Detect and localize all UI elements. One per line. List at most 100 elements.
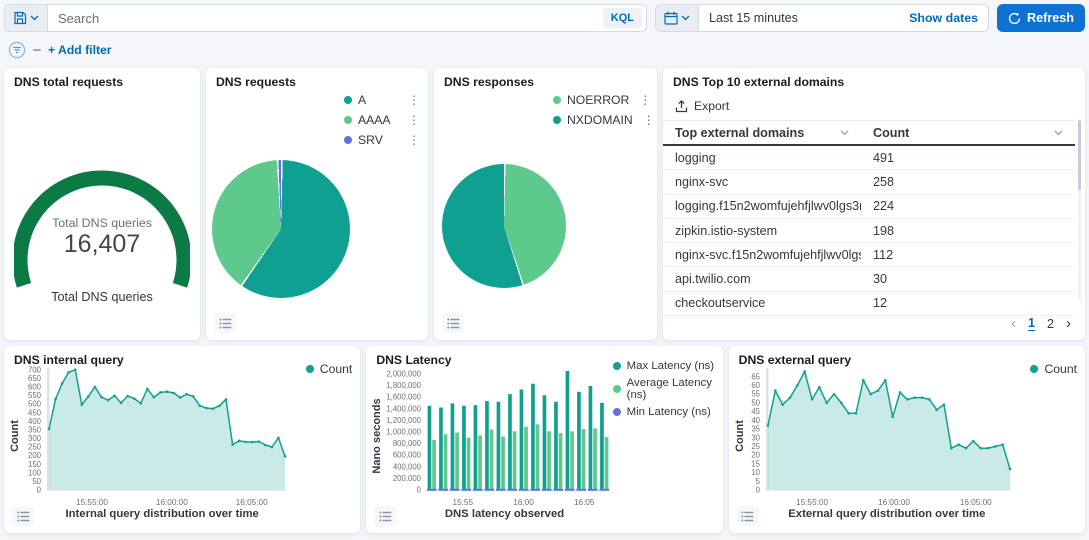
chevron-down-icon	[1054, 130, 1063, 136]
pie-chart-dns-requests	[212, 160, 350, 298]
svg-text:20: 20	[751, 451, 760, 460]
legend-item-max-latency[interactable]: Max Latency (ns)	[613, 360, 721, 372]
column-header-count[interactable]: Count	[861, 121, 1075, 144]
legend-item-menu-icon[interactable]: ⋮	[398, 95, 420, 105]
svg-text:800,000: 800,000	[393, 439, 422, 448]
refresh-icon	[1008, 12, 1021, 25]
svg-text:1,800,000: 1,800,000	[387, 381, 422, 390]
chevron-down-icon	[840, 130, 849, 136]
panel-dns-external-query: DNS external query Count Count 051015202…	[729, 346, 1085, 533]
pie-legend: A ⋮ AAAA ⋮ SRV ⋮	[344, 92, 420, 147]
table-cell: 224	[861, 195, 1075, 218]
search-input[interactable]	[48, 5, 599, 31]
svg-text:250: 250	[28, 443, 42, 452]
list-icon	[379, 511, 392, 522]
gauge-footer-label: Total DNS queries	[4, 290, 200, 304]
next-page-button[interactable]: ›	[1066, 315, 1071, 332]
saved-query-menu-button[interactable]	[5, 5, 48, 31]
panel-title: DNS responses	[444, 75, 534, 89]
panel-title: DNS total requests	[14, 75, 123, 89]
panel-title: DNS requests	[216, 75, 296, 89]
legend-item-menu-icon[interactable]: ⋮	[633, 115, 655, 125]
list-icon	[219, 318, 232, 329]
legend-item-menu-icon[interactable]: ⋮	[629, 95, 651, 105]
x-axis-title: DNS latency observed	[386, 508, 622, 520]
legend-toggle-button[interactable]	[374, 506, 396, 526]
svg-text:15:55: 15:55	[453, 498, 474, 507]
area-chart-external-query: 0510152025303540455055606515:55:0016:00:…	[739, 360, 1019, 512]
svg-text:55: 55	[751, 390, 760, 399]
legend-item-count[interactable]: Count	[306, 362, 353, 376]
export-icon	[675, 100, 688, 113]
legend-item-a[interactable]: A ⋮	[344, 92, 420, 107]
table-pagination: ‹ 12 ›	[1011, 315, 1071, 332]
time-range-value[interactable]: Last 15 minutes	[699, 5, 899, 31]
svg-text:16:00:00: 16:00:00	[878, 498, 910, 507]
table-cell: logging.f15n2womfujehfjlwv0lgs3nog....	[663, 195, 861, 218]
table-cell: 491	[861, 146, 1075, 169]
legend-item-menu-icon[interactable]: ⋮	[398, 115, 420, 125]
legend-item-average-latency[interactable]: Average Latency (ns)	[613, 377, 721, 401]
export-button[interactable]: Export	[675, 99, 729, 113]
kql-language-button[interactable]: KQL	[603, 8, 642, 28]
page-number-1[interactable]: 1	[1028, 316, 1035, 331]
svg-text:30: 30	[751, 433, 760, 442]
column-header-domains[interactable]: Top external domains	[663, 121, 861, 144]
legend-item-noerror[interactable]: NOERROR ⋮	[553, 92, 649, 107]
svg-text:16:05: 16:05	[574, 498, 595, 507]
legend-item-nxdomain[interactable]: NXDOMAIN ⋮	[553, 112, 649, 127]
svg-text:45: 45	[751, 407, 760, 416]
list-icon	[447, 318, 460, 329]
filter-icon[interactable]	[8, 41, 26, 59]
legend-toggle-button[interactable]	[442, 313, 464, 333]
chevron-down-icon	[30, 15, 39, 21]
panel-dns-total-requests: DNS total requests Total DNS queries 16,…	[4, 68, 200, 340]
search-box[interactable]: KQL	[4, 4, 647, 32]
table-row: nginx-svc258	[663, 170, 1075, 194]
legend-dot	[344, 136, 352, 144]
svg-text:65: 65	[751, 372, 760, 381]
svg-text:200,000: 200,000	[393, 474, 422, 483]
svg-text:600: 600	[28, 383, 42, 392]
svg-text:350: 350	[28, 425, 42, 434]
show-dates-button[interactable]: Show dates	[899, 5, 988, 31]
chart-legend: Count	[306, 362, 353, 376]
svg-text:1,400,000: 1,400,000	[387, 404, 422, 413]
svg-text:450: 450	[28, 408, 42, 417]
svg-text:400,000: 400,000	[393, 462, 422, 471]
table-scrollbar[interactable]	[1078, 120, 1081, 300]
legend-item-count[interactable]: Count	[1030, 362, 1077, 376]
table-cell: 258	[861, 170, 1075, 193]
legend-toggle-button[interactable]	[737, 506, 759, 526]
refresh-button[interactable]: Refresh	[997, 4, 1085, 32]
panel-title: DNS Top 10 external domains	[673, 75, 844, 89]
table-row: logging.f15n2womfujehfjlwv0lgs3nog....22…	[663, 195, 1075, 219]
query-bar: KQL Last 15 minutes Show dates Refresh	[4, 4, 1085, 32]
chevron-down-icon	[681, 15, 690, 21]
svg-text:0: 0	[37, 486, 42, 495]
page-number-2[interactable]: 2	[1047, 317, 1054, 331]
legend-item-min-latency[interactable]: Min Latency (ns)	[613, 406, 721, 418]
legend-toggle-button[interactable]	[214, 313, 236, 333]
gauge-chart	[14, 112, 190, 302]
legend-item-srv[interactable]: SRV ⋮	[344, 132, 420, 147]
gauge-center-text: Total DNS queries 16,407	[4, 216, 200, 259]
svg-text:50: 50	[751, 398, 760, 407]
legend-item-menu-icon[interactable]: ⋮	[398, 135, 420, 145]
legend-dot	[306, 365, 314, 373]
svg-text:1,600,000: 1,600,000	[387, 393, 422, 402]
pie-chart-dns-responses	[442, 164, 566, 288]
svg-text:50: 50	[32, 477, 41, 486]
legend-toggle-button[interactable]	[12, 506, 34, 526]
svg-text:0: 0	[417, 486, 422, 495]
svg-text:0: 0	[755, 486, 760, 495]
svg-text:60: 60	[751, 381, 760, 390]
svg-text:550: 550	[28, 391, 42, 400]
legend-item-aaaa[interactable]: AAAA ⋮	[344, 112, 420, 127]
list-icon	[741, 511, 754, 522]
svg-text:200: 200	[28, 451, 42, 460]
previous-page-button[interactable]: ‹	[1011, 315, 1016, 332]
area-chart-internal-query: 0501001502002503003504004505005506006507…	[14, 360, 294, 512]
time-picker-quick-menu-button[interactable]	[656, 5, 699, 31]
add-filter-button[interactable]: + Add filter	[48, 43, 112, 57]
